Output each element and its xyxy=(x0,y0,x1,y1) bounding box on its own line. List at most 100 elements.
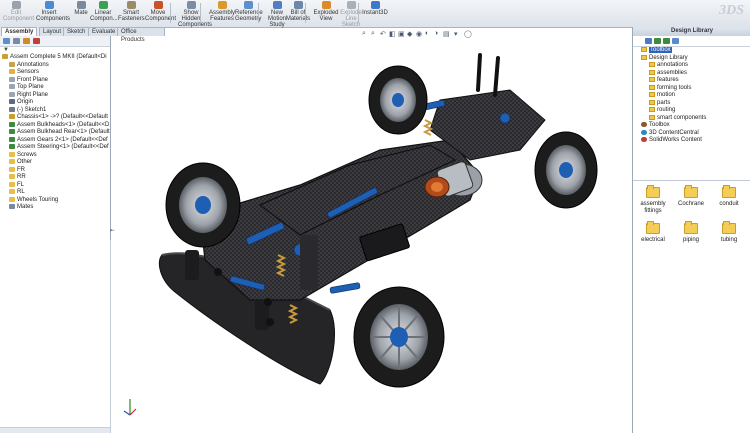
tree-item-icon xyxy=(9,174,15,179)
library-folder[interactable]: conduit xyxy=(711,185,747,208)
library-folder-label: assembly fittings xyxy=(640,201,666,214)
tree-item[interactable]: RR xyxy=(0,174,110,182)
tree-item-icon xyxy=(9,129,15,134)
library-tree-item[interactable]: Toolbox xyxy=(641,47,749,55)
library-tree-item[interactable]: annotations xyxy=(641,62,749,70)
folder-icon xyxy=(641,54,647,60)
tree-item[interactable]: Assem Complete 5 MKII (Default<Di xyxy=(0,54,110,62)
tree-item[interactable]: Sensors xyxy=(0,69,110,77)
tab-sketch[interactable]: Sketch xyxy=(63,27,90,36)
tree-item[interactable]: FL xyxy=(0,181,110,190)
apply-scene-icon[interactable]: ◑ xyxy=(434,30,438,37)
tree-item[interactable]: Wheels Touring xyxy=(0,196,110,205)
library-tree-item[interactable]: motion xyxy=(641,92,749,100)
tree-item[interactable]: (-) Sketch1 xyxy=(0,106,110,115)
tree-item[interactable]: Assem Bulkheads<1> (Default<<D xyxy=(0,121,110,130)
library-tree-label: assemblies xyxy=(657,69,688,76)
library-folder[interactable]: electrical xyxy=(635,221,671,244)
tree-item[interactable]: Front Plane xyxy=(0,76,110,85)
library-folder[interactable]: assembly fittings xyxy=(635,185,671,214)
toolbar-button-icon xyxy=(153,1,163,9)
refresh-icon[interactable] xyxy=(672,38,679,44)
back-icon[interactable] xyxy=(645,38,652,44)
tree-item[interactable]: Screws xyxy=(0,151,110,160)
folder-icon xyxy=(684,221,698,234)
display-manager-icon[interactable] xyxy=(33,38,40,44)
tree-item[interactable]: Assem Bulkhead Rear<1> (Default xyxy=(0,129,110,137)
tree-item[interactable]: Mates xyxy=(0,204,110,212)
library-tree-item[interactable]: SolidWorks Content xyxy=(641,137,749,145)
edit-appearance-icon[interactable]: ◐ xyxy=(425,30,429,37)
panel-divider[interactable] xyxy=(633,180,750,181)
folder-icon xyxy=(649,77,655,82)
feature-manager-icon[interactable] xyxy=(3,38,10,44)
filter-icon: ▼ xyxy=(3,47,9,53)
tab-office-products[interactable]: Office Products xyxy=(117,27,165,43)
tree-item[interactable]: Top Plane xyxy=(0,84,110,92)
tree-item[interactable]: Other xyxy=(0,159,110,167)
toolbar-button-icon xyxy=(76,1,86,9)
toolbar-button-label: Move Component xyxy=(145,10,177,22)
tab-layout[interactable]: Layout xyxy=(39,27,66,36)
toolbar-button-13[interactable]: Instant3D xyxy=(362,1,388,26)
tab-assembly[interactable]: Assembly xyxy=(1,27,38,36)
tree-item[interactable]: Right Plane xyxy=(0,91,110,100)
tree-item[interactable]: FR xyxy=(0,166,110,175)
tree-filter[interactable]: ▼ xyxy=(0,47,110,54)
toolbar-button-5[interactable]: Move Component xyxy=(145,1,176,26)
solidworks-logo-icon: 3DS xyxy=(719,3,744,18)
library-folder[interactable]: tubing xyxy=(711,221,747,244)
library-tree-item[interactable]: 3D ContentCentral xyxy=(641,129,749,138)
library-tree-item[interactable]: smart components xyxy=(641,114,749,123)
folder-icon xyxy=(649,69,655,75)
tree-item-label: (-) Sketch1 xyxy=(17,106,47,113)
folder-icon xyxy=(649,99,655,105)
library-tree-item[interactable]: assemblies xyxy=(641,69,749,78)
library-tree-item[interactable]: parts xyxy=(641,99,749,108)
toolbar-button-12[interactable]: Explode Line Sketch xyxy=(338,1,364,28)
toolbar-button-label: Assembly Features xyxy=(209,10,236,22)
toolbar-button-label: Insert Components xyxy=(36,10,71,22)
toolbar-button-1[interactable]: Insert Components xyxy=(36,1,70,26)
configuration-manager-icon[interactable] xyxy=(23,38,30,44)
library-tree-item[interactable]: forming tools xyxy=(641,84,749,93)
add-to-library-icon[interactable] xyxy=(654,38,661,44)
tree-item-icon xyxy=(9,204,15,209)
toolbar-button-10[interactable]: Bill of Materials xyxy=(285,1,311,26)
tree-item-icon xyxy=(9,91,15,97)
add-file-location-icon[interactable] xyxy=(663,38,670,44)
command-manager-tabs: Assembly Layout Sketch Evaluate Office P… xyxy=(0,27,165,43)
toolbar-button-3[interactable]: Linear Compon... xyxy=(90,1,118,26)
library-folder[interactable]: piping xyxy=(673,221,709,244)
toolbar-button-4[interactable]: Smart Fasteners xyxy=(118,1,145,26)
tree-item[interactable]: RL xyxy=(0,189,110,197)
tree-item-icon xyxy=(9,159,15,164)
rc-car-model[interactable] xyxy=(111,37,631,433)
wheel-front-right xyxy=(353,286,445,388)
library-tree-item[interactable]: routing xyxy=(641,107,749,115)
tree-item[interactable]: Annotations xyxy=(0,61,110,70)
tree-item-icon xyxy=(9,181,15,187)
library-tree-item[interactable]: features xyxy=(641,77,749,85)
toolbar-button-icon xyxy=(321,1,331,9)
toolbar-button-0[interactable]: Edit Component xyxy=(3,1,34,26)
tree-item-label: Mates xyxy=(17,204,34,210)
tree-item-label: Assem Bulkheads<1> (Default<<D xyxy=(17,121,110,128)
tree-item[interactable]: Assem Gears 2<1> (Default<<Def xyxy=(0,136,110,145)
toolbar-button-7[interactable]: Assembly Features xyxy=(209,1,235,26)
library-folder-label: conduit xyxy=(719,201,739,207)
tree-item[interactable]: Assem Steering<1> (Default<<Def xyxy=(0,144,110,152)
toolbar-button-icon xyxy=(186,1,196,9)
tree-item-icon xyxy=(9,69,15,74)
feature-manager-panel: ▼ Assem Complete 5 MKII (Default<Di Annot… xyxy=(0,36,111,240)
tree-item[interactable]: Origin xyxy=(0,99,110,107)
library-tree-item[interactable]: Design Library xyxy=(641,54,749,63)
library-folder[interactable]: Cochrane xyxy=(673,185,709,208)
folder-icon xyxy=(684,185,698,198)
graphics-area[interactable] xyxy=(111,37,631,433)
toolbar-button-11[interactable]: Exploded View xyxy=(313,1,339,26)
tree-item[interactable]: Chassis<1> ->? (Default<<Default xyxy=(0,114,110,122)
tab-evaluate[interactable]: Evaluate xyxy=(88,27,120,36)
library-tree-item[interactable]: Toolbox xyxy=(641,122,749,130)
property-manager-icon[interactable] xyxy=(13,38,20,44)
